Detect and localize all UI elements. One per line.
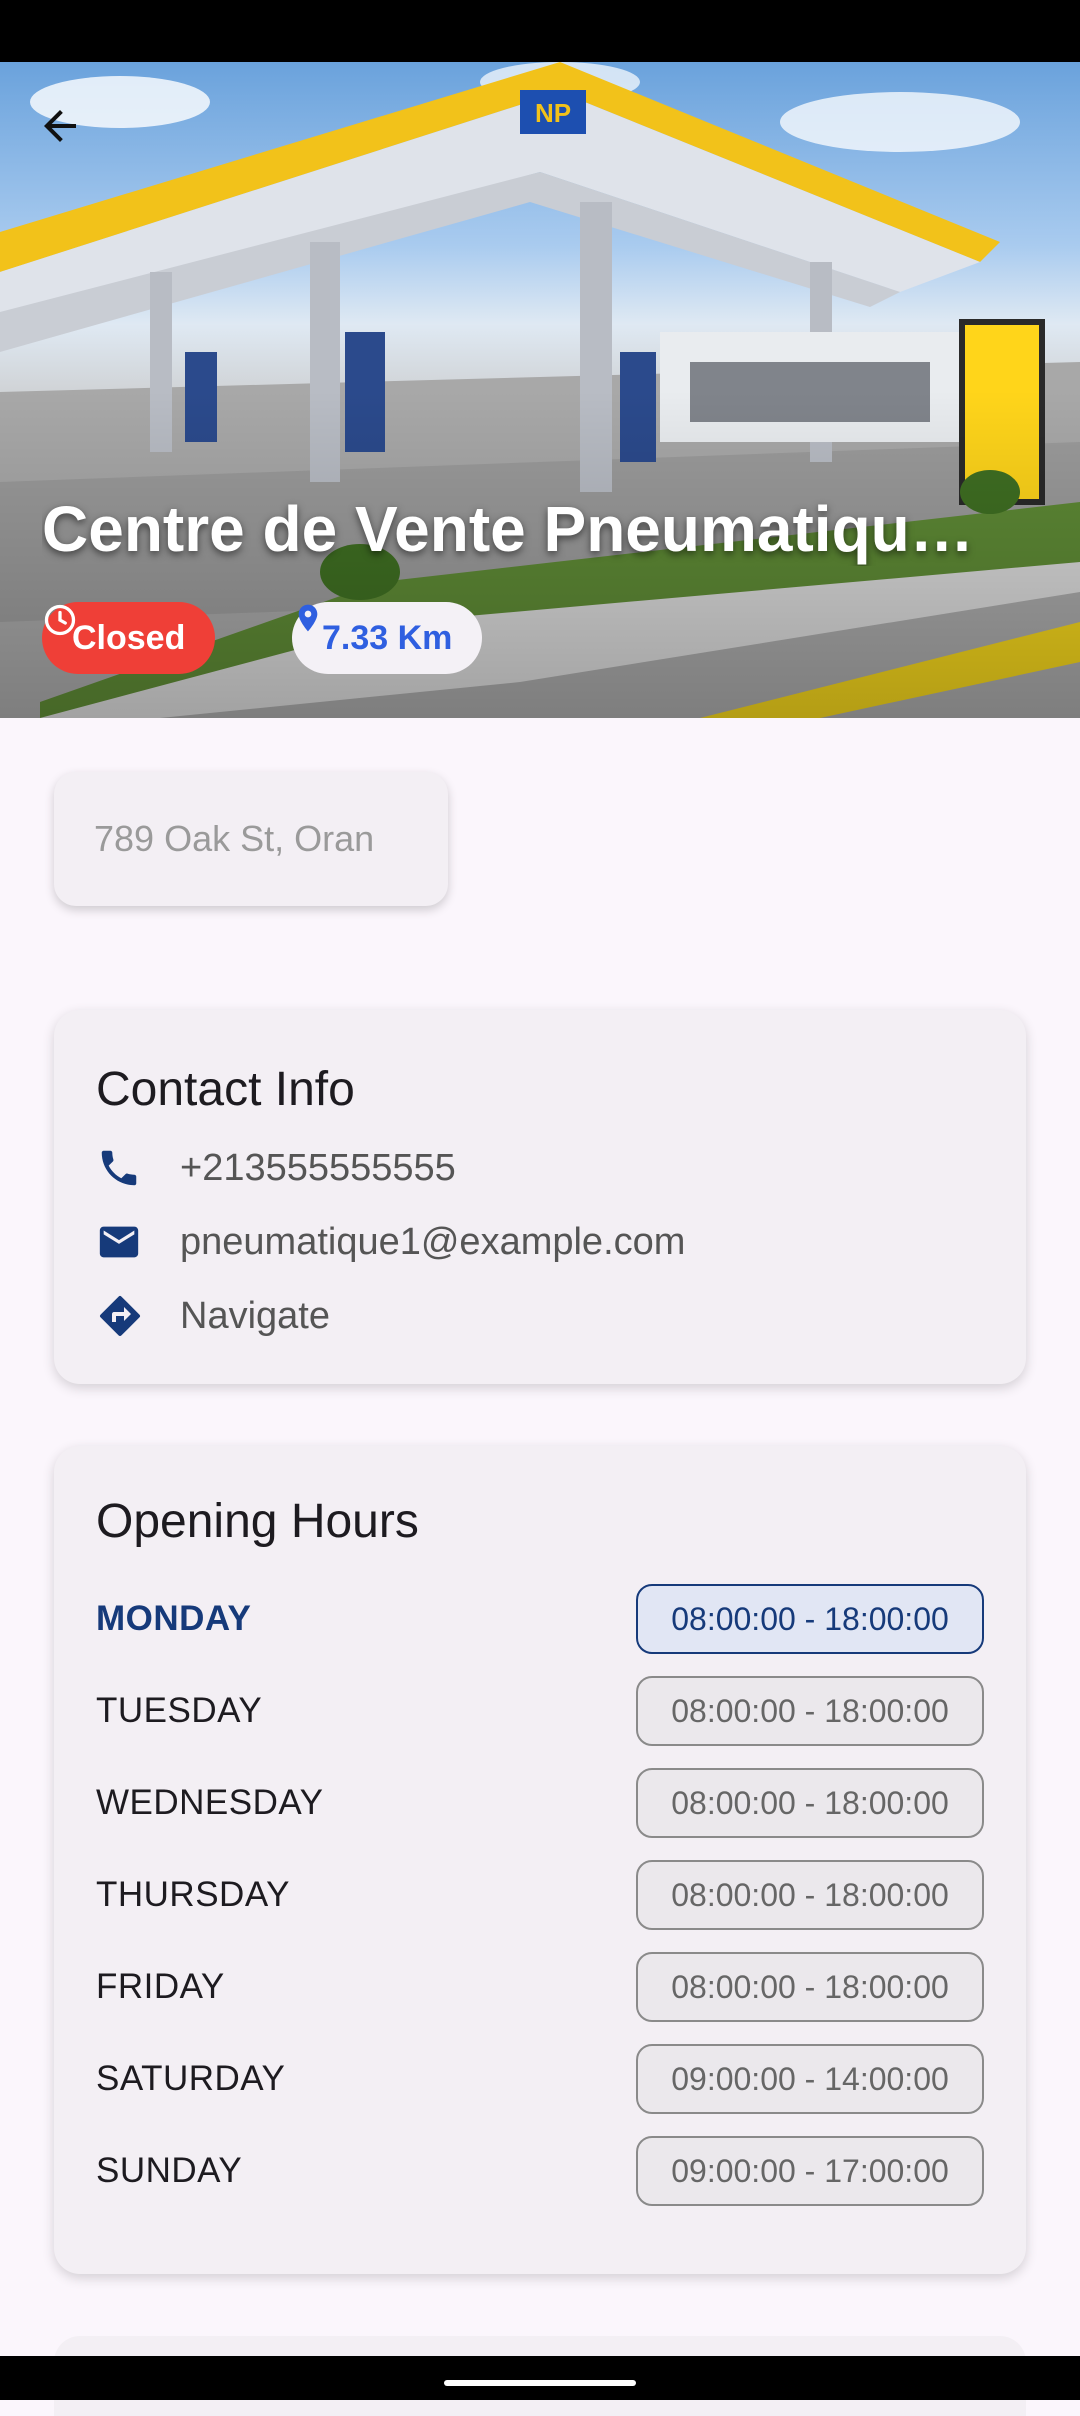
back-button[interactable] — [36, 102, 108, 174]
hours-row: WEDNESDAY 08:00:00 - 18:00:00 — [96, 1757, 984, 1849]
time-chip: 09:00:00 - 17:00:00 — [636, 2136, 984, 2206]
hours-row: TUESDAY 08:00:00 - 18:00:00 — [96, 1665, 984, 1757]
opening-hours-heading: Opening Hours — [96, 1495, 419, 1548]
day-label: SATURDAY — [96, 2059, 286, 2098]
hours-row: THURSDAY 08:00:00 - 18:00:00 — [96, 1849, 984, 1941]
hours-row: FRIDAY 08:00:00 - 18:00:00 — [96, 1941, 984, 2033]
hours-row: SATURDAY 09:00:00 - 14:00:00 — [96, 2033, 984, 2125]
address-card: 789 Oak St, Oran — [54, 772, 448, 906]
status-bar — [0, 0, 1080, 62]
hours-row: MONDAY 08:00:00 - 18:00:00 — [96, 1573, 984, 1665]
phone-number: +213555555555 — [180, 1146, 456, 1189]
directions-icon — [100, 1295, 141, 1336]
day-label: WEDNESDAY — [96, 1783, 324, 1822]
contact-info-heading: Contact Info — [96, 1063, 355, 1116]
contact-info-card: Contact Info +213555555555 pneumatique1@… — [54, 1010, 1026, 1384]
email-icon — [99, 1226, 139, 1258]
time-chip: 08:00:00 - 18:00:00 — [636, 1676, 984, 1746]
day-label: TUESDAY — [96, 1691, 263, 1730]
station-hero-image: NP Centre de Vente Pneumatiq — [0, 62, 1080, 718]
time-chip: 09:00:00 - 14:00:00 — [636, 2044, 984, 2114]
phone-icon — [101, 1150, 137, 1186]
clock-icon — [44, 604, 76, 636]
email-row[interactable]: pneumatique1@example.com — [96, 1205, 984, 1279]
location-pin-icon — [298, 604, 318, 632]
time-chip: 08:00:00 - 18:00:00 — [636, 1860, 984, 1930]
opening-hours-card: Opening Hours MONDAY 08:00:00 - 18:00:00… — [54, 1446, 1026, 2274]
distance-label: 7.33 Km — [322, 618, 453, 657]
hours-row: SUNDAY 09:00:00 - 17:00:00 — [96, 2125, 984, 2217]
day-label: THURSDAY — [96, 1875, 290, 1914]
navigate-row[interactable]: Navigate — [96, 1279, 984, 1353]
status-label: Closed — [72, 618, 186, 657]
home-gesture-handle[interactable] — [444, 2380, 636, 2386]
day-label: MONDAY — [96, 1599, 252, 1638]
time-chip: 08:00:00 - 18:00:00 — [636, 1768, 984, 1838]
day-label: FRIDAY — [96, 1967, 225, 2006]
system-nav-bar — [0, 2356, 1080, 2400]
time-chip: 08:00:00 - 18:00:00 — [636, 1584, 984, 1654]
navigate-link: Navigate — [180, 1294, 330, 1337]
status-badge: Closed — [42, 602, 216, 674]
phone-row[interactable]: +213555555555 — [96, 1131, 984, 1205]
distance-badge: 7.33 Km — [292, 602, 483, 674]
back-arrow-icon — [44, 110, 76, 142]
station-title: Centre de Vente Pneumatiqu… — [42, 493, 974, 565]
email-address: pneumatique1@example.com — [180, 1220, 686, 1263]
time-chip: 08:00:00 - 18:00:00 — [636, 1952, 984, 2022]
day-label: SUNDAY — [96, 2151, 243, 2190]
address-text: 789 Oak St, Oran — [94, 818, 375, 859]
